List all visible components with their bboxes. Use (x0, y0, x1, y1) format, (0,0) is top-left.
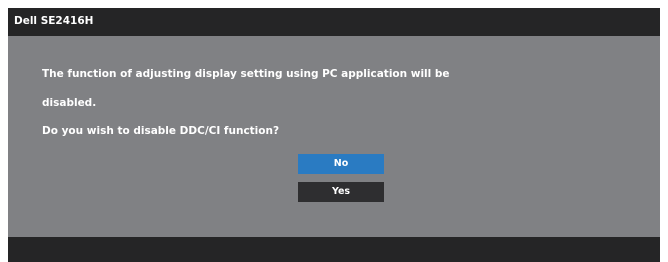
monitor-model-title: Dell SE2416H (14, 15, 94, 27)
bottom-bar (8, 237, 660, 262)
confirmation-question: Do you wish to disable DDC/CI function? (42, 125, 280, 137)
yes-button[interactable]: Yes (298, 182, 384, 202)
message-line-1: The function of adjusting display settin… (42, 68, 450, 80)
no-button[interactable]: No (298, 154, 384, 174)
title-bar: Dell SE2416H (8, 8, 660, 36)
message-line-2: disabled. (42, 97, 97, 109)
osd-dialog: Dell SE2416H The function of adjusting d… (8, 8, 660, 262)
